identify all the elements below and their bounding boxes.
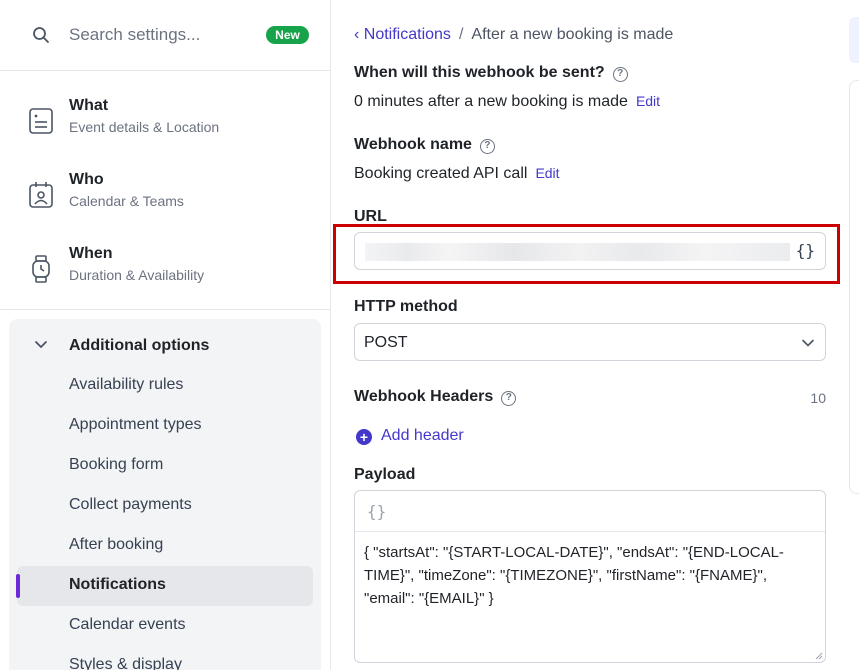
breadcrumb-back-link[interactable]: ‹ Notifications — [354, 26, 451, 43]
insert-variable-icon[interactable]: {} — [367, 502, 386, 521]
sidebar-item-label: Appointment types — [69, 416, 202, 433]
payload-label: Payload — [354, 466, 416, 483]
sidebar-item-calendar-events[interactable]: Calendar events — [17, 606, 313, 646]
nav-title: Who — [69, 171, 104, 188]
plus-circle-icon: + — [356, 429, 372, 445]
sidebar-item-after-booking[interactable]: After booking — [17, 526, 313, 566]
breadcrumb: ‹ Notifications / After a new booking is m… — [354, 26, 674, 43]
document-icon — [29, 108, 53, 134]
insert-variable-icon[interactable]: {} — [796, 241, 815, 260]
webhook-settings-panel: ‹ Notifications / After a new booking is m… — [331, 0, 841, 670]
sidebar-item-availability-rules[interactable]: Availability rules — [17, 366, 313, 406]
nav-item-when[interactable]: When Duration & Availability — [0, 245, 330, 305]
additional-options-panel: Additional options Availability rules Ap… — [9, 319, 321, 670]
http-method-select[interactable]: POST — [354, 323, 826, 361]
sidebar-item-label: Styles & display — [69, 656, 182, 670]
sidebar-item-label: Calendar events — [69, 616, 186, 633]
webhook-headers-label: Webhook Headers? — [354, 388, 517, 406]
sidebar-item-label: Notifications — [69, 576, 166, 593]
nav-subtitle: Event details & Location — [69, 119, 220, 135]
sidebar-item-styles-display[interactable]: Styles & display — [17, 646, 313, 670]
search-icon — [33, 27, 49, 43]
edge-preview-panel — [849, 80, 859, 494]
watch-icon — [32, 255, 50, 283]
sidebar-item-label: Booking form — [69, 456, 164, 473]
sidebar-item-appointment-types[interactable]: Appointment types — [17, 406, 313, 446]
additional-options-label: Additional options — [69, 337, 210, 354]
help-icon[interactable]: ? — [501, 391, 517, 406]
search-input[interactable]: Search settings... — [69, 25, 200, 45]
edge-panel-tab[interactable] — [849, 17, 859, 63]
http-method-label: HTTP method — [354, 298, 458, 315]
breadcrumb-current: After a new booking is made — [471, 26, 674, 43]
additional-options-toggle[interactable]: Additional options — [9, 333, 321, 359]
url-input[interactable]: {} — [354, 232, 826, 270]
primary-nav: What Event details & Location Who Calend… — [0, 71, 330, 310]
help-icon[interactable]: ? — [479, 139, 495, 154]
nav-subtitle: Duration & Availability — [69, 267, 205, 283]
nav-item-what[interactable]: What Event details & Location — [0, 97, 330, 157]
edit-webhook-name-link[interactable]: Edit — [535, 165, 559, 181]
edit-when-sent-link[interactable]: Edit — [636, 93, 660, 109]
sidebar-item-notifications[interactable]: Notifications — [16, 566, 313, 606]
settings-sidebar: Search settings... New What Event detail… — [0, 0, 331, 670]
http-method-value: POST — [364, 334, 408, 351]
sidebar-item-collect-payments[interactable]: Collect payments — [17, 486, 313, 526]
nav-subtitle: Calendar & Teams — [69, 193, 184, 209]
sidebar-item-label: Availability rules — [69, 376, 184, 393]
search-bar[interactable]: Search settings... New — [0, 0, 330, 71]
nav-item-who[interactable]: Who Calendar & Teams — [0, 171, 330, 231]
payload-editor[interactable]: {} { "startsAt": "{START-LOCAL-DATE}", "… — [354, 490, 826, 663]
sidebar-item-label: Collect payments — [69, 496, 192, 513]
nav-title: What — [69, 97, 109, 114]
chevron-down-icon — [35, 341, 47, 349]
redacted-url — [365, 243, 790, 261]
sidebar-item-booking-form[interactable]: Booking form — [17, 446, 313, 486]
sidebar-item-label: After booking — [69, 536, 164, 553]
new-badge: New — [266, 26, 309, 44]
add-header-label: Add header — [381, 427, 464, 444]
payload-toolbar: {} — [355, 491, 825, 532]
calendar-user-icon — [29, 182, 53, 208]
chevron-down-icon — [802, 339, 814, 347]
headers-count: 10 — [810, 390, 826, 406]
webhook-name-label: Webhook name? — [354, 136, 495, 154]
resize-handle-icon[interactable] — [815, 652, 823, 660]
when-sent-label: When will this webhook be sent?? — [354, 64, 628, 82]
help-icon[interactable]: ? — [612, 67, 628, 82]
nav-title: When — [69, 245, 113, 262]
payload-textarea[interactable]: { "startsAt": "{START-LOCAL-DATE}", "end… — [364, 541, 804, 610]
when-sent-value: 0 minutes after a new booking is made Edi… — [354, 93, 661, 110]
webhook-name-value: Booking created API call Edit — [354, 165, 560, 182]
